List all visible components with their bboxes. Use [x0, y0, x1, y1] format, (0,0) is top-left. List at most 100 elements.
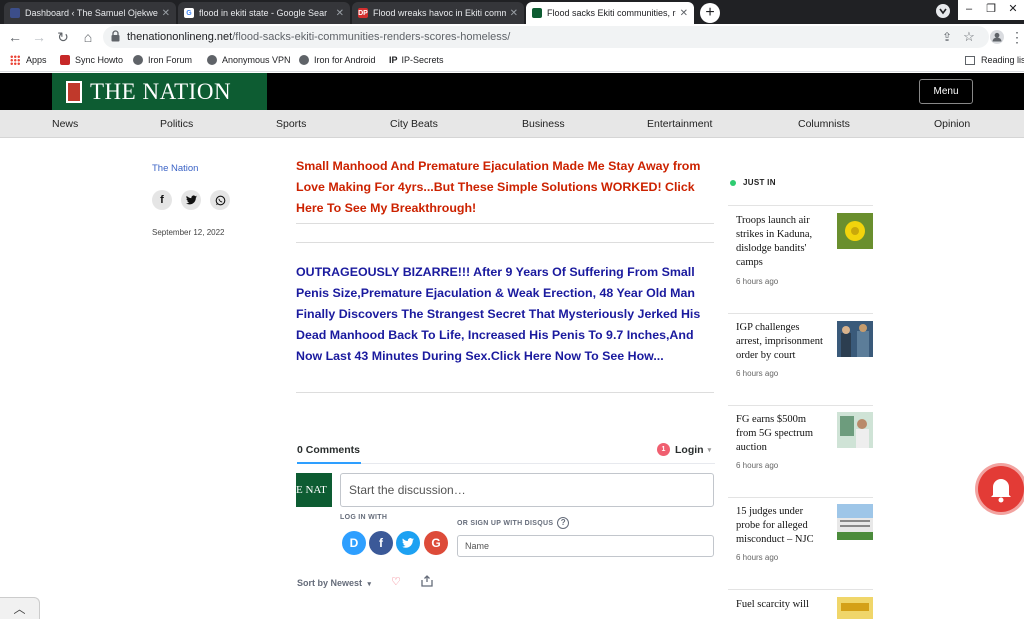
browser-toolbar: ← → ↻ ⌂ thenationonlineng.net/flood-sack…: [0, 24, 1024, 50]
home-icon[interactable]: ⌂: [79, 28, 97, 46]
help-icon[interactable]: ?: [557, 517, 570, 529]
nav-columnists[interactable]: Columnists: [798, 118, 850, 130]
nav-politics[interactable]: Politics: [160, 118, 193, 130]
divider: [296, 242, 714, 243]
bell-icon: [991, 479, 1011, 503]
whatsapp-share-button[interactable]: [210, 190, 230, 210]
close-icon[interactable]: ✕: [680, 8, 688, 19]
bookmark-anonymous-vpn[interactable]: Anonymous VPN: [207, 55, 291, 65]
bookmark-iron-forum[interactable]: Iron Forum: [133, 55, 192, 65]
nav-city-beats[interactable]: City Beats: [390, 118, 438, 130]
share-icon[interactable]: [421, 575, 433, 587]
facebook-share-button[interactable]: f: [152, 190, 172, 210]
restore-icon[interactable]: ❐: [980, 0, 1002, 20]
globe-icon: [133, 55, 143, 65]
tab-google-search[interactable]: G flood in ekiti state - Google Sear ✕: [178, 2, 350, 24]
push-notification-button[interactable]: [978, 466, 1024, 512]
forward-arrow-icon[interactable]: →: [30, 28, 48, 46]
bookmark-ip-secrets[interactable]: IP IP-Secrets: [389, 55, 444, 65]
nav-entertainment[interactable]: Entertainment: [647, 118, 712, 130]
news-item[interactable]: Fuel scarcity will: [728, 589, 873, 619]
minimize-icon[interactable]: –: [958, 0, 980, 20]
news-thumbnail[interactable]: [837, 213, 873, 249]
news-thumbnail[interactable]: [837, 321, 873, 357]
news-thumbnail[interactable]: [837, 597, 873, 619]
heart-icon[interactable]: ♡: [391, 575, 401, 588]
sponsored-ad-link-2[interactable]: OUTRAGEOUSLY BIZARRE!!! After 9 Years Of…: [296, 262, 716, 367]
browser-menu-icon[interactable]: ⋮: [1008, 28, 1024, 46]
address-bar[interactable]: thenationonlineng.net/flood-sacks-ekiti-…: [103, 26, 989, 48]
news-item[interactable]: Troops launch air strikes in Kaduna, dis…: [728, 205, 873, 300]
comments-count-tab[interactable]: 0 Comments: [297, 444, 360, 456]
bookmark-apps[interactable]: Apps: [10, 55, 47, 65]
news-headline[interactable]: Troops launch air strikes in Kaduna, dis…: [736, 214, 826, 270]
divider: [728, 205, 873, 206]
bookmark-sync-howto[interactable]: Sync Howto: [60, 55, 123, 65]
bookmark-star-icon[interactable]: ☆: [960, 28, 978, 46]
bookmark-iron-android[interactable]: Iron for Android: [299, 55, 376, 65]
profile-avatar-icon[interactable]: [988, 28, 1006, 46]
news-thumbnail[interactable]: [837, 504, 873, 540]
disqus-login-button-d[interactable]: D: [342, 531, 366, 555]
news-time: 6 hours ago: [736, 277, 779, 286]
new-tab-button[interactable]: +: [700, 3, 720, 23]
back-arrow-icon[interactable]: ←: [6, 28, 24, 46]
facebook-icon: f: [160, 194, 164, 206]
active-tab-indicator: [297, 462, 361, 464]
facebook-icon: f: [379, 536, 383, 550]
divider: [728, 497, 873, 498]
nav-opinion[interactable]: Opinion: [934, 118, 970, 130]
lock-icon: [111, 30, 120, 42]
bookmarks-bar: Apps Sync Howto Iron Forum Anonymous VPN…: [0, 50, 1024, 72]
news-headline[interactable]: FG earns $500m from 5G spectrum auction: [736, 413, 826, 455]
site-logo[interactable]: THE NATION: [52, 73, 267, 110]
globe-icon: [299, 55, 309, 65]
nav-news[interactable]: News: [52, 118, 78, 130]
tab-flood-sacks[interactable]: Flood sacks Ekiti communities, re ✕: [526, 2, 694, 24]
close-icon[interactable]: ✕: [336, 8, 344, 19]
news-headline[interactable]: 15 judges under probe for alleged miscon…: [736, 505, 826, 547]
site-navigation: News Politics Sports City Beats Business…: [0, 110, 1024, 138]
tab-flood-wreaks[interactable]: DP Flood wreaks havoc in Ekiti comm ✕: [352, 2, 524, 24]
disqus-login-button[interactable]: 1 Login ▾: [657, 443, 711, 456]
news-item[interactable]: IGP challenges arrest, imprisonment orde…: [728, 313, 873, 403]
facebook-login-button[interactable]: f: [369, 531, 393, 555]
globe-icon: [207, 55, 217, 65]
twitter-login-button[interactable]: [396, 531, 420, 555]
sponsored-ad-link-1[interactable]: Small Manhood And Premature Ejaculation …: [296, 156, 716, 219]
news-thumbnail[interactable]: [837, 412, 873, 448]
site-header: THE NATION Menu: [0, 73, 1024, 110]
google-icon: G: [431, 536, 441, 550]
twitter-share-button[interactable]: [181, 190, 201, 210]
chevron-down-icon: ▾: [707, 446, 712, 454]
news-headline[interactable]: Fuel scarcity will: [736, 598, 826, 612]
twitter-icon: [185, 195, 197, 205]
close-window-icon[interactable]: ✕: [1002, 0, 1024, 20]
reading-list-button[interactable]: Reading list: [965, 55, 1024, 65]
chevron-up-icon[interactable]: ︿: [0, 597, 40, 619]
tab-dashboard[interactable]: Dashboard ‹ The Samuel Ojekwe ✕: [4, 2, 176, 24]
divider: [728, 405, 873, 406]
news-item[interactable]: FG earns $500m from 5G spectrum auction …: [728, 405, 873, 497]
news-site-icon: DP: [358, 8, 368, 18]
share-page-icon[interactable]: ⇪: [938, 28, 956, 46]
twitter-icon: [402, 538, 414, 548]
google-login-button[interactable]: G: [424, 531, 448, 555]
nation-emblem-icon: [66, 80, 82, 103]
news-headline[interactable]: IGP challenges arrest, imprisonment orde…: [736, 321, 826, 363]
article-author[interactable]: The Nation: [152, 163, 198, 174]
news-item[interactable]: 15 judges under probe for alleged miscon…: [728, 497, 873, 589]
profile-menu-icon[interactable]: [932, 0, 954, 20]
news-time: 6 hours ago: [736, 553, 779, 562]
name-input[interactable]: Name: [457, 535, 714, 557]
sort-dropdown[interactable]: Sort by Newest ▾: [297, 578, 371, 588]
close-icon[interactable]: ✕: [162, 8, 170, 19]
menu-button[interactable]: Menu: [919, 79, 973, 104]
wordpress-icon: [10, 8, 20, 18]
nav-business[interactable]: Business: [522, 118, 565, 130]
nav-sports[interactable]: Sports: [276, 118, 306, 130]
reload-icon[interactable]: ↻: [54, 28, 72, 46]
comment-input[interactable]: Start the discussion…: [340, 473, 714, 507]
browser-tab-bar: Dashboard ‹ The Samuel Ojekwe ✕ G flood …: [0, 0, 1024, 24]
close-icon[interactable]: ✕: [510, 8, 518, 19]
